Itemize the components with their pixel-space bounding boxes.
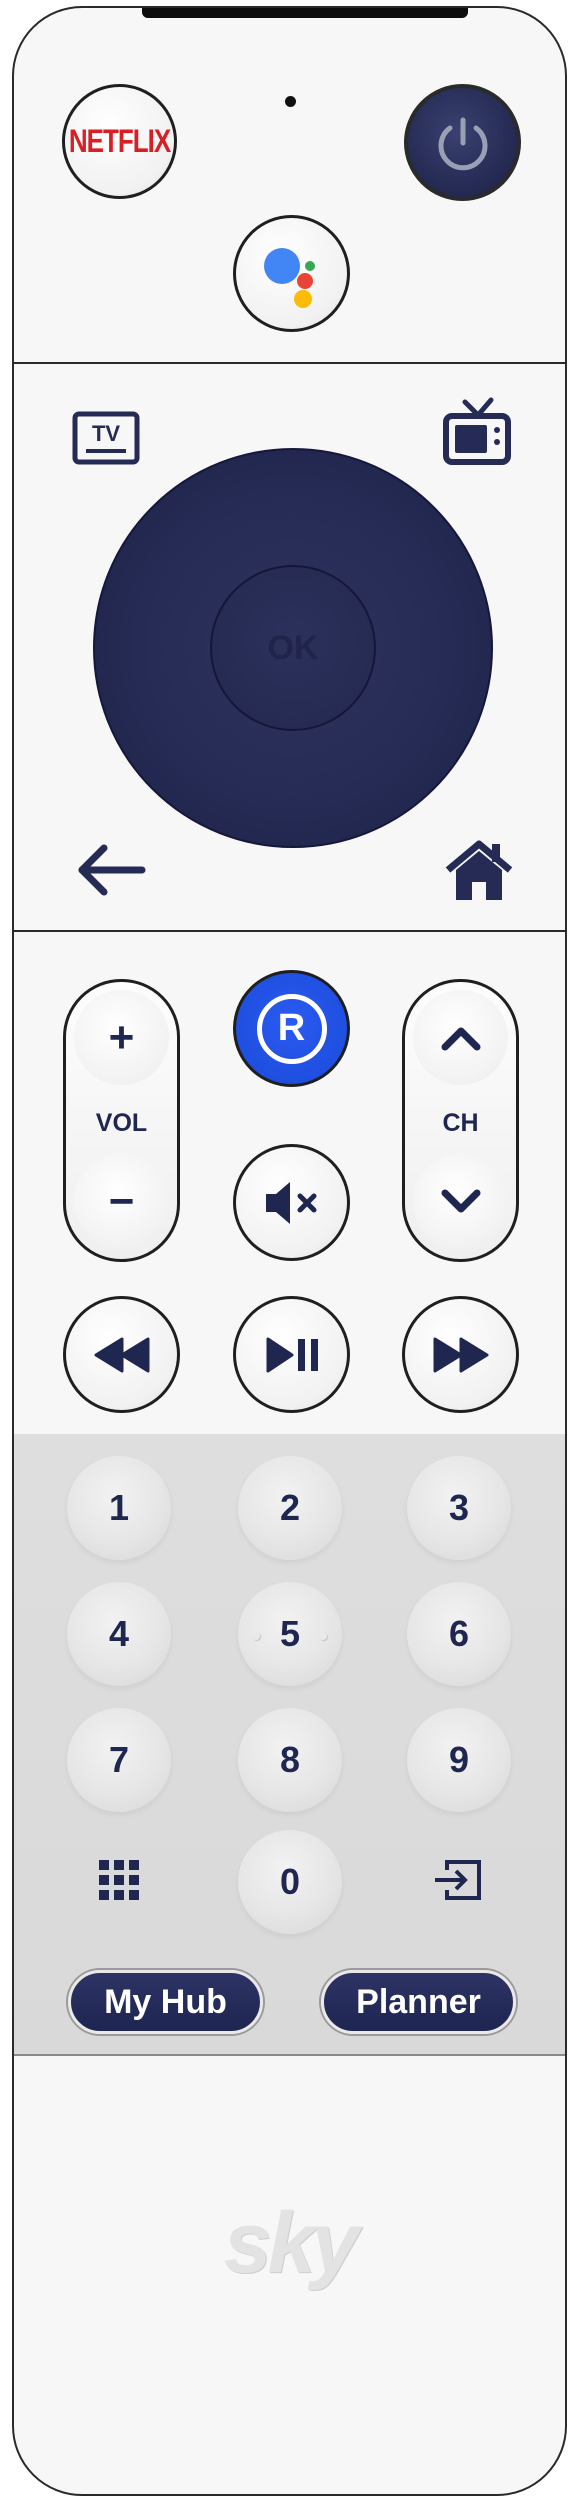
directional-pad[interactable]: OK — [93, 448, 493, 848]
ir-window — [142, 8, 468, 18]
number-key-6[interactable]: 6 — [407, 1582, 511, 1686]
section-divider — [14, 2054, 565, 2056]
section-divider — [14, 362, 565, 364]
live-tv-icon — [443, 397, 511, 465]
rewind-icon — [92, 1335, 152, 1375]
mute-icon — [262, 1178, 322, 1228]
number-key-1[interactable]: 1 — [67, 1456, 171, 1560]
ok-label: OK — [267, 628, 319, 667]
remote-body: NETFLIX TV OK + VOL − R CH 1 2 3 4 5 6 7… — [12, 6, 567, 2496]
channel-label: CH — [442, 1109, 479, 1137]
input-icon — [435, 1860, 481, 1900]
grid-button[interactable] — [92, 1853, 146, 1907]
google-assistant-icon — [257, 239, 327, 309]
back-button[interactable] — [70, 838, 150, 902]
tv-button[interactable]: TV — [70, 409, 142, 469]
play-pause-icon — [262, 1335, 322, 1375]
number-key-4[interactable]: 4 — [67, 1582, 171, 1686]
tv-icon: TV — [72, 411, 140, 465]
volume-rocker[interactable]: + VOL − — [63, 979, 180, 1262]
svg-text:TV: TV — [92, 421, 120, 446]
netflix-button[interactable]: NETFLIX — [62, 84, 177, 199]
numeric-keypad: 1 2 3 4 5 6 7 8 9 0 My Hub Planner — [14, 1434, 565, 2054]
number-key-7[interactable]: 7 — [67, 1708, 171, 1812]
record-letter: R — [277, 1007, 306, 1049]
channel-rocker[interactable]: CH — [402, 979, 519, 1262]
fast-forward-icon — [431, 1335, 491, 1375]
channel-down-button[interactable] — [413, 1154, 508, 1249]
input-button[interactable] — [429, 1853, 487, 1907]
number-key-3[interactable]: 3 — [407, 1456, 511, 1560]
channel-up-button[interactable] — [413, 990, 508, 1085]
minus-icon: − — [108, 1176, 135, 1226]
netflix-label: NETFLIX — [68, 122, 171, 160]
volume-label: VOL — [95, 1109, 148, 1137]
planner-button[interactable]: Planner — [321, 1970, 516, 2034]
tactile-dot — [252, 1632, 260, 1640]
my-hub-button[interactable]: My Hub — [68, 1970, 263, 2034]
rewind-button[interactable] — [63, 1296, 180, 1413]
volume-up-button[interactable]: + — [74, 990, 169, 1085]
back-arrow-icon — [78, 844, 146, 896]
number-key-9[interactable]: 9 — [407, 1708, 511, 1812]
power-icon — [430, 110, 496, 176]
live-tv-button[interactable] — [441, 396, 513, 468]
home-icon — [445, 840, 513, 900]
grid-icon — [99, 1860, 139, 1900]
planner-label: Planner — [356, 1982, 481, 2021]
home-button[interactable] — [442, 836, 516, 906]
record-icon: R — [256, 993, 327, 1064]
microphone-dot — [285, 96, 296, 107]
number-key-0[interactable]: 0 — [238, 1830, 342, 1934]
my-hub-label: My Hub — [104, 1982, 227, 2021]
volume-down-button[interactable]: − — [74, 1154, 169, 1249]
record-button[interactable]: R — [233, 970, 350, 1087]
chevron-down-icon — [441, 1189, 480, 1212]
plus-icon: + — [108, 1012, 135, 1062]
chevron-up-icon — [441, 1027, 480, 1050]
number-key-8[interactable]: 8 — [238, 1708, 342, 1812]
power-button[interactable] — [404, 84, 521, 201]
number-key-2[interactable]: 2 — [238, 1456, 342, 1560]
play-pause-button[interactable] — [233, 1296, 350, 1413]
tactile-dot — [319, 1632, 327, 1640]
mute-button[interactable] — [233, 1144, 350, 1261]
sky-logo: sky — [223, 2195, 360, 2291]
section-divider — [14, 930, 565, 932]
google-assistant-button[interactable] — [233, 215, 350, 332]
ok-button[interactable]: OK — [210, 565, 376, 731]
fast-forward-button[interactable] — [402, 1296, 519, 1413]
